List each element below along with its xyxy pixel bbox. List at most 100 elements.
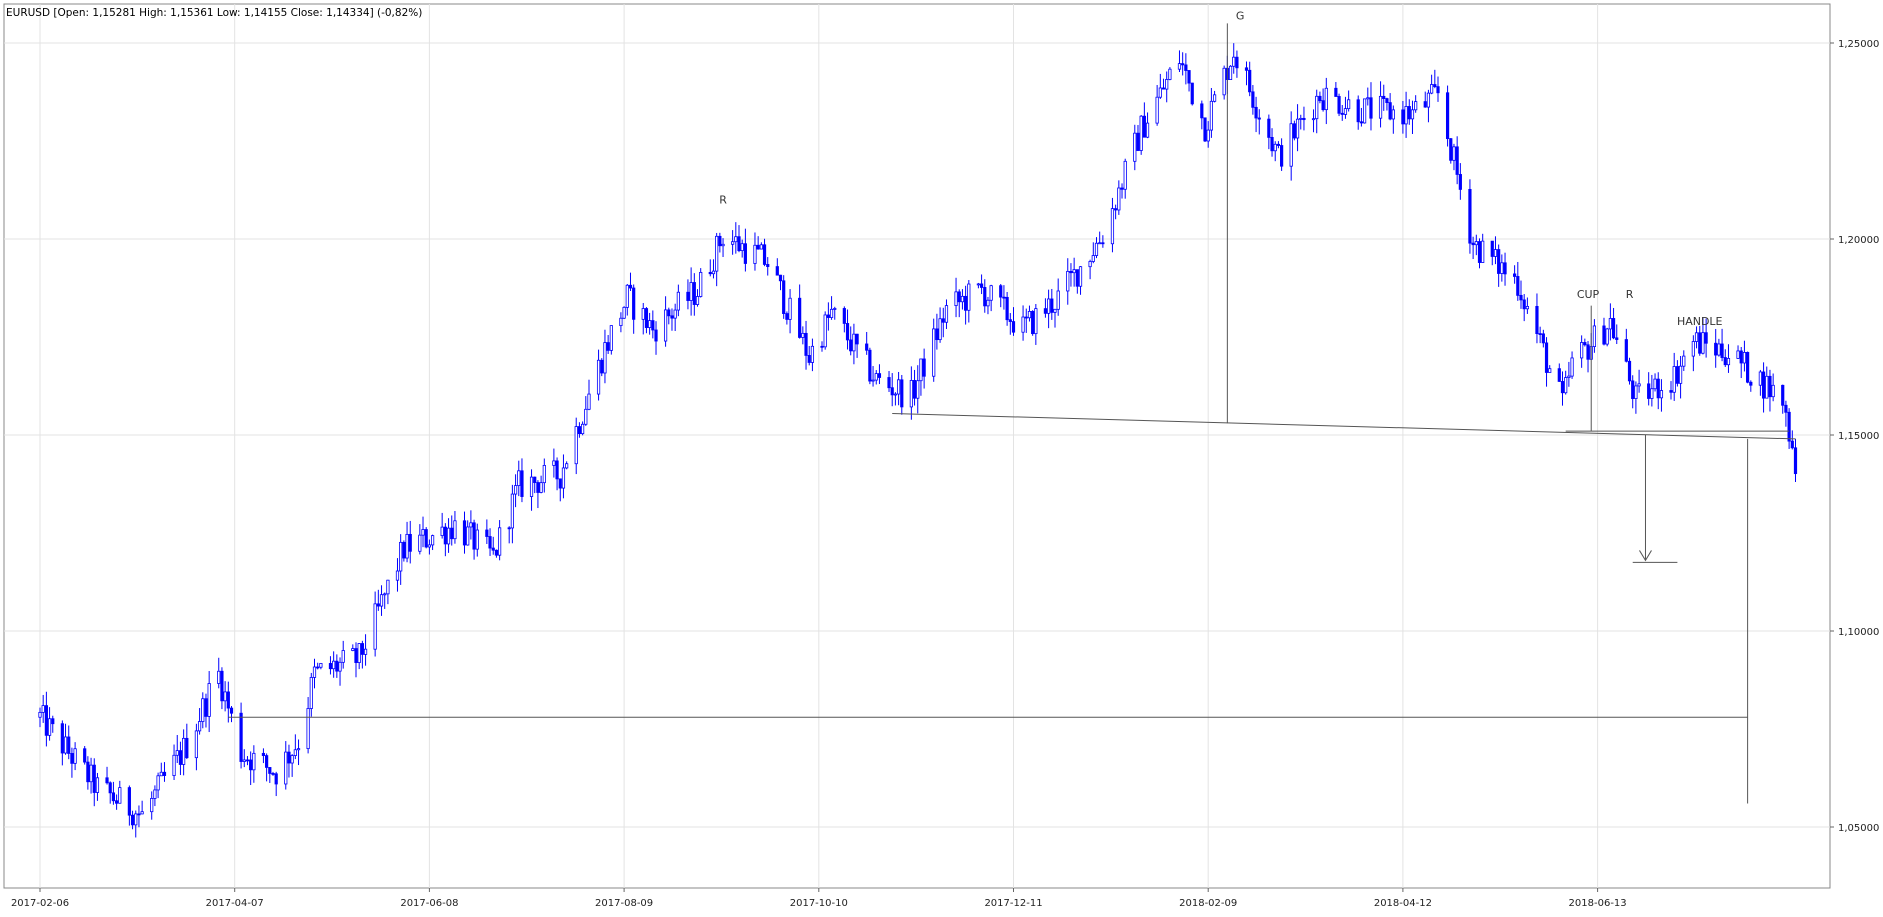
candle-body xyxy=(596,359,601,395)
candle-body xyxy=(1458,174,1462,190)
candle-body xyxy=(648,320,652,328)
x-tick-label: 2017-12-11 xyxy=(984,898,1042,909)
candle-body xyxy=(1704,332,1708,344)
candle-body xyxy=(628,284,633,289)
candle-body xyxy=(520,470,524,497)
candle-body xyxy=(268,767,272,774)
candle-body xyxy=(558,478,562,489)
candle-body xyxy=(1165,79,1169,90)
candle-body xyxy=(1474,241,1478,246)
candle-body xyxy=(223,691,227,702)
candle-body xyxy=(759,244,763,250)
candle-body xyxy=(127,787,131,816)
candle-body xyxy=(900,379,904,408)
candle-body xyxy=(51,718,55,725)
candle-body xyxy=(1560,381,1565,394)
candle-body xyxy=(47,718,52,736)
candle-body xyxy=(1567,375,1571,378)
plot-area xyxy=(0,0,1883,913)
candle-body xyxy=(1382,95,1386,99)
candle-body xyxy=(1024,316,1028,319)
candle-body xyxy=(1449,138,1453,161)
candle-body xyxy=(651,320,655,331)
candle-body xyxy=(855,333,859,345)
x-tick-label: 2017-02-06 xyxy=(11,898,69,909)
candle-body xyxy=(1254,106,1258,119)
candle-body xyxy=(1608,318,1612,330)
candle-body xyxy=(801,332,805,338)
candle-body xyxy=(153,789,157,799)
candle-body xyxy=(1318,95,1322,102)
candle-body xyxy=(874,373,878,381)
candle-body xyxy=(979,283,984,288)
candle-body xyxy=(1021,316,1025,333)
candle-body xyxy=(686,291,690,301)
candle-body xyxy=(1430,84,1434,94)
candle-body xyxy=(450,527,454,540)
candle-body xyxy=(1787,411,1791,442)
candle-body xyxy=(1056,290,1060,310)
candle-body xyxy=(261,752,266,756)
candle-body xyxy=(1334,87,1338,97)
candle-body xyxy=(868,349,872,382)
candle-body xyxy=(1299,117,1303,120)
candle-body xyxy=(581,423,585,435)
candle-body xyxy=(1321,100,1325,111)
candle-body xyxy=(721,243,725,247)
candle-body xyxy=(654,329,658,342)
candle-body xyxy=(1522,299,1526,310)
candle-body xyxy=(1736,350,1740,359)
candle-body xyxy=(1302,117,1306,121)
candle-body xyxy=(1580,342,1584,359)
candle-body xyxy=(239,712,243,762)
candle-body xyxy=(542,465,546,484)
candle-body xyxy=(1717,343,1721,356)
eurusd-candlestick-chart: R G CUP R HANDLE 2017-02-06 2017-04-07 2017-06… xyxy=(0,0,1883,913)
candle-body xyxy=(1088,261,1092,268)
candle-body xyxy=(73,748,77,764)
candle-body xyxy=(1187,70,1191,84)
candle-body xyxy=(1292,123,1296,139)
candle-body xyxy=(896,379,901,395)
candle-body xyxy=(204,698,208,717)
candle-body xyxy=(1525,306,1529,310)
candle-body xyxy=(134,813,138,826)
candle-body xyxy=(1765,375,1769,399)
candle-body xyxy=(1452,146,1456,161)
candle-body xyxy=(159,771,163,777)
candle-body xyxy=(108,782,112,794)
candle-body xyxy=(565,463,569,469)
candle-body xyxy=(1682,355,1686,367)
candle-body xyxy=(83,748,87,763)
candle-body xyxy=(156,775,160,791)
candle-body xyxy=(740,243,744,252)
candle-body xyxy=(849,339,853,352)
candle-body xyxy=(1158,87,1162,98)
pattern-label: R xyxy=(1626,288,1634,301)
y-tick-label: 1,05000 xyxy=(1838,823,1879,834)
candle-body xyxy=(587,393,591,410)
candle-body xyxy=(309,677,313,709)
candle-body xyxy=(788,297,792,320)
candle-body xyxy=(798,297,802,338)
candle-body xyxy=(890,387,894,396)
candle-body xyxy=(957,291,961,303)
candle-body xyxy=(226,691,230,709)
candle-body xyxy=(386,579,390,595)
candle-body xyxy=(284,751,288,785)
candle-body xyxy=(1228,65,1233,80)
candle-body xyxy=(1337,96,1341,114)
candle-body xyxy=(676,291,680,311)
candle-body xyxy=(408,533,412,552)
candle-body xyxy=(1362,98,1367,124)
candle-body xyxy=(427,544,432,548)
candle-body xyxy=(335,660,339,672)
candle-body xyxy=(1426,92,1431,108)
candle-body xyxy=(1678,365,1683,384)
candle-body xyxy=(804,332,808,356)
candle-body xyxy=(964,295,968,311)
candle-body xyxy=(332,660,336,670)
candle-body xyxy=(1190,82,1194,105)
candle-body xyxy=(89,764,93,783)
candle-body xyxy=(421,529,425,536)
